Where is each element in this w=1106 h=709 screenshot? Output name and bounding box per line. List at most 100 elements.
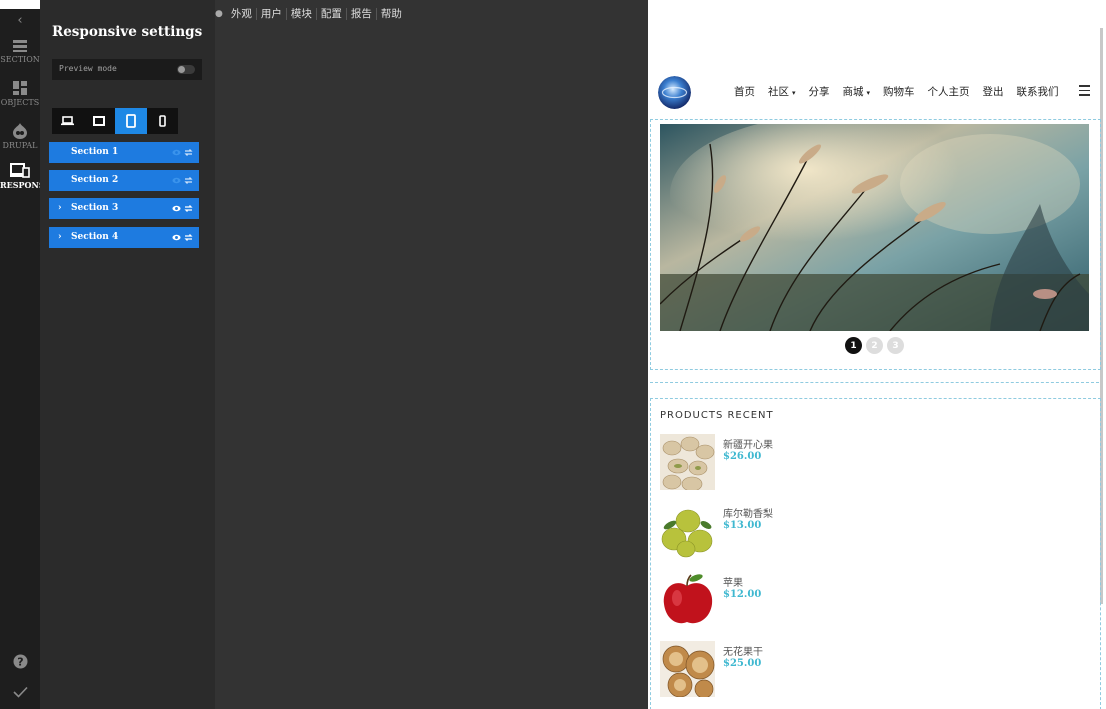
rail-item-responsive[interactable]: RESPONS xyxy=(0,163,40,190)
device-desktop-button[interactable] xyxy=(84,108,116,134)
section-row-4[interactable]: › Section 4 xyxy=(49,227,199,248)
products-recent-heading: PRODUCTS RECENT xyxy=(660,410,774,421)
toggle-knob xyxy=(178,66,185,73)
slider-pager: 1 2 3 xyxy=(845,337,908,354)
product-thumbnail[interactable] xyxy=(660,641,715,697)
admin-menu-extend[interactable]: 模块 xyxy=(287,8,317,20)
product-item[interactable]: 苹果 $12.00 xyxy=(660,572,960,628)
expand-arrow-icon[interactable]: › xyxy=(58,203,62,213)
panel-title: Responsive settings xyxy=(52,24,203,40)
section-row-1[interactable]: Section 1 xyxy=(49,142,199,163)
nav-label: 个人主页 xyxy=(927,86,970,98)
product-name[interactable]: 无花果干 xyxy=(723,643,763,658)
rail-label: DRUPAL xyxy=(2,141,38,150)
responsive-settings-panel: Responsive settings Preview mode Section… xyxy=(40,0,215,709)
product-price: $13.00 xyxy=(723,520,762,531)
section-outline-divider xyxy=(650,382,1099,383)
product-name[interactable]: 库尔勒香梨 xyxy=(723,505,773,520)
admin-menu-configuration[interactable]: 配置 xyxy=(317,8,347,20)
nav-item-contact[interactable]: 联系我们 xyxy=(1017,84,1059,99)
help-icon[interactable]: ? xyxy=(0,654,40,673)
rail-item-objects[interactable]: OBJECTS xyxy=(0,80,40,108)
eye-icon[interactable] xyxy=(172,176,181,185)
slider-dot-3[interactable]: 3 xyxy=(887,337,904,354)
admin-menu-help[interactable]: 帮助 xyxy=(377,8,406,20)
site-preview: 首页 社区 ▾ 分享 商城 ▾ 购物车 个人主页 登出 联系我们 1 2 3 P… xyxy=(648,0,1106,709)
admin-menu-people[interactable]: 用户 xyxy=(257,8,287,20)
admin-menu-reports[interactable]: 报告 xyxy=(347,8,377,20)
section-row-3[interactable]: › Section 3 xyxy=(49,198,199,219)
preview-mode-row: Preview mode xyxy=(52,59,202,80)
objects-icon xyxy=(13,81,27,95)
site-nav: 首页 社区 ▾ 分享 商城 ▾ 购物车 个人主页 登出 联系我们 xyxy=(734,84,1072,99)
editor-canvas xyxy=(215,0,648,709)
nav-label: 分享 xyxy=(808,86,830,98)
rail-label: RESPONS xyxy=(0,180,40,190)
nav-item-profile[interactable]: 个人主页 xyxy=(928,84,970,99)
device-tablet-button[interactable] xyxy=(115,108,147,134)
slider-dot-2[interactable]: 2 xyxy=(866,337,883,354)
svg-text:?: ? xyxy=(17,656,23,669)
nav-item-community[interactable]: 社区 ▾ xyxy=(768,84,796,99)
product-price: $12.00 xyxy=(723,589,762,600)
device-phone-button[interactable] xyxy=(147,108,179,134)
eye-icon[interactable] xyxy=(172,204,181,213)
product-thumbnail[interactable] xyxy=(660,503,715,559)
responsive-icon xyxy=(10,163,30,178)
tablet-icon xyxy=(125,114,136,128)
nav-item-home[interactable]: 首页 xyxy=(734,84,755,99)
nav-label: 商城 xyxy=(842,86,864,98)
device-laptop-button[interactable] xyxy=(52,108,84,134)
product-thumbnail[interactable] xyxy=(660,434,715,490)
section-label: Section 4 xyxy=(71,232,119,242)
site-logo[interactable] xyxy=(658,76,691,109)
rail-item-section[interactable]: SECTION xyxy=(0,39,40,65)
product-price: $25.00 xyxy=(723,658,762,669)
slider-dot-1[interactable]: 1 xyxy=(845,337,862,354)
tool-rail: ‹ SECTION OBJECTS DRUPAL RESPONS ? xyxy=(0,9,40,709)
nav-item-shop[interactable]: 商城 ▾ xyxy=(843,84,871,99)
nav-label: 社区 xyxy=(768,86,789,98)
product-item[interactable]: 新疆开心果 $26.00 xyxy=(660,434,960,490)
product-item[interactable]: 库尔勒香梨 $13.00 xyxy=(660,503,960,559)
sync-icon[interactable] xyxy=(184,175,193,186)
rail-label: SECTION xyxy=(0,55,40,64)
device-switcher xyxy=(52,108,178,134)
desktop-icon xyxy=(93,116,106,126)
admin-toolbar: ● 外观 用户 模块 配置 报告 帮助 xyxy=(215,7,406,21)
nav-item-share[interactable]: 分享 xyxy=(809,84,830,99)
product-item[interactable]: 无花果干 $25.00 xyxy=(660,641,960,697)
nav-item-cart[interactable]: 购物车 xyxy=(883,84,915,99)
eye-icon[interactable] xyxy=(172,148,181,157)
caret-down-icon: ▾ xyxy=(792,89,796,97)
product-name[interactable]: 苹果 xyxy=(723,574,743,589)
nav-label: 登出 xyxy=(982,86,1004,98)
sync-icon[interactable] xyxy=(184,232,193,243)
collapse-chevron-icon[interactable]: ‹ xyxy=(0,13,40,28)
expand-arrow-icon[interactable]: › xyxy=(58,232,62,242)
product-name[interactable]: 新疆开心果 xyxy=(723,436,773,451)
nav-item-logout[interactable]: 登出 xyxy=(983,84,1004,99)
hamburger-menu-icon[interactable] xyxy=(1079,85,1090,99)
laptop-icon xyxy=(61,116,75,126)
product-thumbnail[interactable] xyxy=(660,572,715,628)
admin-menu-appearance[interactable]: 外观 xyxy=(227,8,257,20)
nav-label: 购物车 xyxy=(883,86,915,98)
nav-label: 联系我们 xyxy=(1016,86,1059,98)
section-label: Section 2 xyxy=(71,175,119,185)
hero-slide-image[interactable] xyxy=(660,124,1089,331)
drupal-icon xyxy=(13,123,27,139)
rail-item-drupal[interactable]: DRUPAL xyxy=(0,122,40,151)
preview-mode-toggle[interactable] xyxy=(177,65,195,74)
rail-label: OBJECTS xyxy=(0,98,40,107)
check-icon[interactable] xyxy=(0,683,40,702)
phone-icon xyxy=(158,115,166,127)
sync-icon[interactable] xyxy=(184,147,193,158)
sync-icon[interactable] xyxy=(184,203,193,214)
eye-icon[interactable] xyxy=(172,233,181,242)
section-row-2[interactable]: Section 2 xyxy=(49,170,199,191)
nav-label: 首页 xyxy=(734,86,755,98)
caret-down-icon: ▾ xyxy=(866,89,871,97)
section-icon xyxy=(13,40,27,52)
product-price: $26.00 xyxy=(723,451,762,462)
